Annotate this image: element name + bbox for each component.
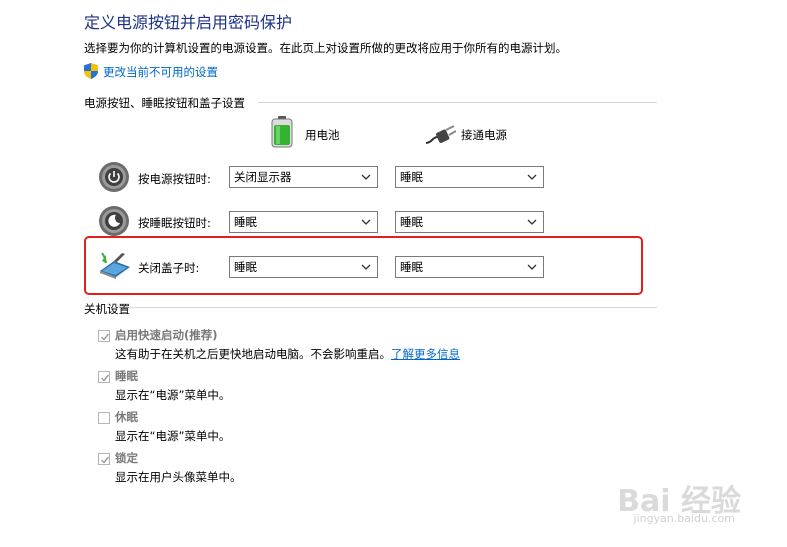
power-section-divider	[258, 102, 657, 103]
sleep-option-label: 睡眠	[115, 369, 138, 383]
battery-column-header: 用电池	[305, 128, 340, 142]
lock-option-label: 锁定	[115, 451, 138, 465]
page-title: 定义电源按钮并启用密码保护	[84, 13, 293, 32]
lock-checkbox[interactable]	[98, 453, 110, 465]
checkmark-icon	[101, 333, 110, 341]
power-button-battery-select[interactable]: 关闭显示器	[229, 166, 378, 188]
baidu-watermark-url: jingyan.baidu.com	[633, 512, 735, 525]
select-value: 睡眠	[400, 170, 423, 184]
chevron-down-icon	[527, 219, 537, 225]
chevron-down-icon	[361, 174, 371, 180]
uac-shield-icon	[84, 63, 98, 79]
power-plug-icon	[425, 125, 456, 144]
select-value: 睡眠	[400, 215, 423, 229]
hibernate-option-label: 休眠	[115, 410, 138, 424]
select-value: 关闭显示器	[234, 170, 292, 184]
sleep-button-battery-select[interactable]: 睡眠	[229, 211, 378, 233]
lock-option-description: 显示在用户头像菜单中。	[115, 470, 242, 484]
fast-startup-checkbox[interactable]	[98, 330, 110, 342]
sleep-button-icon	[99, 206, 129, 236]
highlight-box	[84, 236, 643, 295]
shutdown-section-title: 关机设置	[84, 302, 130, 316]
battery-icon	[271, 116, 293, 148]
sleep-button-plugged-select[interactable]: 睡眠	[395, 211, 544, 233]
hibernate-checkbox[interactable]	[98, 412, 110, 424]
power-button-plugged-select[interactable]: 睡眠	[395, 166, 544, 188]
chevron-down-icon	[361, 219, 371, 225]
sleep-button-label: 按睡眠按钮时:	[138, 216, 211, 230]
power-section-title: 电源按钮、睡眠按钮和盖子设置	[84, 96, 245, 110]
shutdown-section-divider	[130, 307, 657, 308]
checkmark-icon	[101, 456, 110, 464]
checkmark-icon	[101, 374, 110, 382]
learn-more-link[interactable]: 了解更多信息	[391, 347, 460, 361]
fast-startup-description: 这有助于在关机之后更快地启动电脑。不会影响重启。了解更多信息	[115, 347, 460, 361]
plugged-in-column-header: 接通电源	[461, 128, 507, 142]
sleep-checkbox[interactable]	[98, 371, 110, 383]
sleep-option-description: 显示在“电源”菜单中。	[115, 388, 231, 402]
select-value: 睡眠	[234, 215, 257, 229]
power-button-icon	[99, 162, 129, 192]
hibernate-option-description: 显示在“电源”菜单中。	[115, 429, 231, 443]
change-unavailable-settings-link[interactable]: 更改当前不可用的设置	[103, 64, 218, 80]
fast-startup-label: 启用快速启动(推荐)	[115, 328, 218, 342]
chevron-down-icon	[527, 174, 537, 180]
page-description: 选择要为你的计算机设置的电源设置。在此页上对设置所做的更改将应用于你所有的电源计…	[84, 41, 567, 55]
power-button-label: 按电源按钮时:	[138, 172, 211, 186]
